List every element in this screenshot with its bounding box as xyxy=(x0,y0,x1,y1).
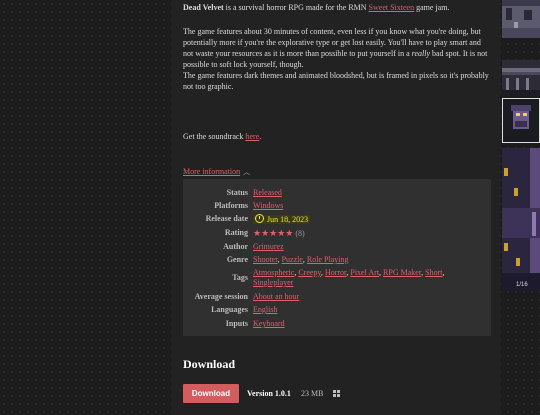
info-label: Release date xyxy=(205,214,248,223)
info-label: Languages xyxy=(211,305,248,314)
info-label: Inputs xyxy=(225,319,248,328)
info-value: English xyxy=(253,305,481,315)
status-link[interactable]: Released xyxy=(253,188,282,197)
windows-icon xyxy=(333,390,341,398)
info-label: Status xyxy=(226,188,248,197)
tag-link[interactable]: Singleplayer xyxy=(253,278,293,287)
more-info-label[interactable]: More information xyxy=(183,167,240,176)
soundtrack-text: Get the soundtrack xyxy=(183,132,246,141)
genre-link[interactable]: Shooter xyxy=(253,255,278,264)
info-value: Released xyxy=(253,188,481,198)
tag-link[interactable]: Short xyxy=(425,268,442,277)
themes-text: The game features dark themes and animat… xyxy=(183,71,489,91)
jam-link[interactable]: Sweet Sixteen xyxy=(369,3,415,12)
screenshot-counter: 1/16 xyxy=(516,282,528,288)
tag-link[interactable]: Pixel Art xyxy=(350,268,379,277)
features-text: The game features about 30 minutes of co… xyxy=(183,26,493,70)
tag-link[interactable]: Horror xyxy=(325,268,346,277)
info-value: Jun 18, 2023 xyxy=(253,214,481,225)
info-value: About an hour xyxy=(253,292,481,302)
screenshot-preview[interactable]: 1/16 xyxy=(502,148,540,290)
info-value: Keyboard xyxy=(253,319,481,329)
info-label: Tags xyxy=(232,273,248,282)
info-table: Status Released Platforms Windows Releas… xyxy=(183,179,491,336)
author-link[interactable]: Grimurez xyxy=(253,242,284,251)
info-label: Platforms xyxy=(214,201,248,210)
session-link[interactable]: About an hour xyxy=(253,292,299,301)
info-value: Windows xyxy=(253,201,481,211)
screenshot-thumbnail-selected[interactable] xyxy=(502,98,540,143)
chevron-up-icon: ︿ xyxy=(243,168,251,176)
tag-link[interactable]: Creepy xyxy=(298,268,321,277)
info-value: Shooter, Puzzle, Role Playing xyxy=(253,255,349,264)
more-info-toggle[interactable]: More information ︿ xyxy=(183,166,250,178)
soundtrack-link[interactable]: here xyxy=(245,132,259,141)
genre-link[interactable]: Role Playing xyxy=(307,255,349,264)
info-label: Average session xyxy=(194,292,248,301)
download-size: 23 MB xyxy=(301,389,324,398)
star-rating[interactable]: ★★★★★ xyxy=(253,228,293,238)
rating-count: (8) xyxy=(295,229,305,238)
input-link[interactable]: Keyboard xyxy=(253,319,285,328)
download-button[interactable]: Download xyxy=(183,384,239,403)
info-value: ★★★★★ (8) xyxy=(253,228,481,239)
tag-link[interactable]: RPG Maker xyxy=(383,268,421,277)
info-label: Genre xyxy=(226,255,248,264)
info-label: Rating xyxy=(224,228,248,237)
screenshot-thumbnail[interactable] xyxy=(502,60,540,96)
release-date-badge: Jun 18, 2023 xyxy=(253,214,311,224)
game-description-column: Dead Velvet is a survival horror RPG mad… xyxy=(172,0,500,415)
info-label: Author xyxy=(223,242,248,251)
download-version: Version 1.0.1 xyxy=(247,389,291,398)
download-heading: Download xyxy=(183,357,236,371)
genre-link[interactable]: Puzzle xyxy=(282,255,303,264)
screenshots-strip: 1/16 xyxy=(502,0,540,415)
release-date: Jun 18, 2023 xyxy=(267,215,309,224)
tag-link[interactable]: Atmospheric xyxy=(253,268,294,277)
intro-paragraph: Dead Velvet is a survival horror RPG mad… xyxy=(183,2,493,13)
download-row: Download Version 1.0.1 23 MB xyxy=(183,384,493,404)
soundtrack-line: Get the soundtrack here. xyxy=(183,131,261,142)
info-value: Grimurez xyxy=(253,242,481,252)
features-paragraph: The game features about 30 minutes of co… xyxy=(183,26,493,92)
features-emphasis: really xyxy=(411,49,430,58)
game-title: Dead Velvet xyxy=(183,3,224,12)
intro-end: game jam. xyxy=(414,3,450,12)
info-value: Atmospheric, Creepy, Horror, Pixel Art, … xyxy=(253,268,445,287)
screenshot-thumbnail[interactable] xyxy=(502,0,540,38)
clock-icon xyxy=(255,214,264,223)
soundtrack-end: . xyxy=(259,132,262,141)
platform-link[interactable]: Windows xyxy=(253,201,283,210)
language-link[interactable]: English xyxy=(253,305,277,314)
intro-text: is a survival horror RPG made for the RM… xyxy=(223,3,369,12)
